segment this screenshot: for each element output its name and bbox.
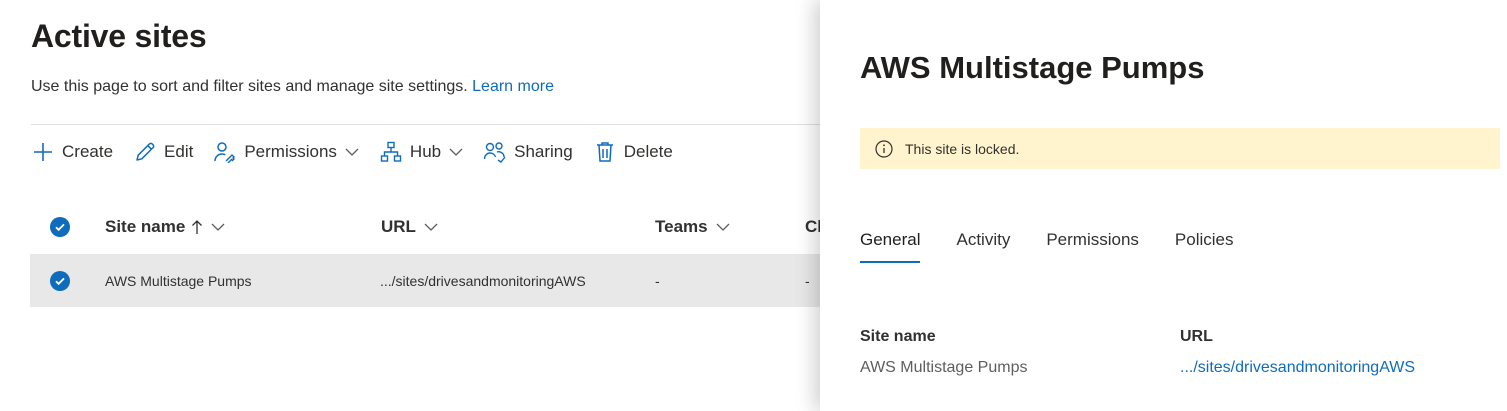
site-name-field-label: Site name	[860, 328, 936, 345]
url-field-link[interactable]: .../sites/drivesandmonitoringAWS	[1180, 359, 1415, 377]
create-label: Create	[62, 142, 114, 161]
checkmark-icon	[55, 277, 65, 286]
site-name-field-value: AWS Multistage Pumps	[860, 359, 1028, 376]
people-share-icon	[483, 140, 507, 164]
column-header-site-name[interactable]: Site name	[105, 204, 225, 250]
teams-header-label: Teams	[655, 217, 708, 236]
page-title: Active sites	[31, 18, 207, 54]
panel-title: AWS Multistage Pumps	[860, 50, 1205, 85]
tab-permissions[interactable]: Permissions	[1046, 222, 1139, 258]
delete-button[interactable]: Delete	[593, 136, 673, 168]
url-header-label: URL	[381, 217, 416, 236]
url-field-label: URL	[1180, 328, 1213, 345]
description-text: Use this page to sort and filter sites a…	[31, 78, 468, 95]
tab-activity[interactable]: Activity	[956, 222, 1010, 258]
chevron-down-icon	[424, 220, 438, 234]
divider	[31, 124, 830, 125]
tab-policies[interactable]: Policies	[1175, 222, 1234, 258]
plus-icon	[31, 140, 55, 164]
banner-text: This site is locked.	[905, 140, 1020, 157]
list-header: Site name URL Teams Ch	[30, 204, 830, 250]
hub-label: Hub	[409, 142, 442, 161]
permissions-label: Permissions	[244, 142, 337, 161]
site-name-cell[interactable]: AWS Multistage Pumps	[105, 254, 252, 307]
active-sites-page: Active sites Use this page to sort and f…	[0, 0, 830, 411]
chevron-down-icon	[449, 145, 463, 159]
locked-site-banner: This site is locked.	[860, 128, 1500, 169]
row-checkbox[interactable]	[50, 271, 70, 291]
edit-button[interactable]: Edit	[133, 136, 193, 168]
hub-button[interactable]: Hub	[379, 136, 463, 168]
site-name-header-label: Site name	[105, 217, 186, 236]
chevron-down-icon	[211, 220, 225, 234]
site-details-panel: AWS Multistage Pumps This site is locked…	[820, 0, 1507, 411]
permissions-button[interactable]: Permissions	[213, 136, 359, 168]
sharing-button[interactable]: Sharing	[483, 136, 573, 168]
edit-label: Edit	[164, 142, 194, 161]
panel-tabs: General Activity Permissions Policies	[860, 222, 1270, 266]
page-description: Use this page to sort and filter sites a…	[31, 78, 554, 96]
info-icon	[875, 139, 893, 158]
sort-ascending-icon	[191, 219, 203, 235]
checkmark-icon	[55, 223, 65, 232]
column-header-teams[interactable]: Teams	[655, 204, 730, 250]
create-button[interactable]: Create	[31, 136, 113, 168]
command-bar: Create Edit Permissions Hub Sharing Dele…	[31, 136, 693, 168]
person-key-icon	[213, 140, 237, 164]
tab-general[interactable]: General	[860, 222, 921, 263]
trash-icon	[593, 140, 617, 164]
channel-cell: -	[805, 272, 810, 289]
hub-icon	[379, 140, 403, 164]
chevron-down-icon	[345, 145, 359, 159]
learn-more-link[interactable]: Learn more	[472, 78, 554, 95]
pencil-icon	[133, 140, 157, 164]
teams-cell: -	[655, 272, 660, 289]
url-cell: .../sites/drivesandmonitoringAWS	[380, 272, 586, 289]
select-all-checkbox[interactable]	[50, 217, 70, 237]
page: Active sites Use this page to sort and f…	[0, 0, 1507, 411]
sharing-label: Sharing	[514, 142, 573, 161]
column-header-url[interactable]: URL	[381, 204, 438, 250]
chevron-down-icon	[716, 220, 730, 234]
delete-label: Delete	[623, 142, 673, 161]
table-row[interactable]: AWS Multistage Pumps .../sites/drivesand…	[30, 254, 830, 307]
